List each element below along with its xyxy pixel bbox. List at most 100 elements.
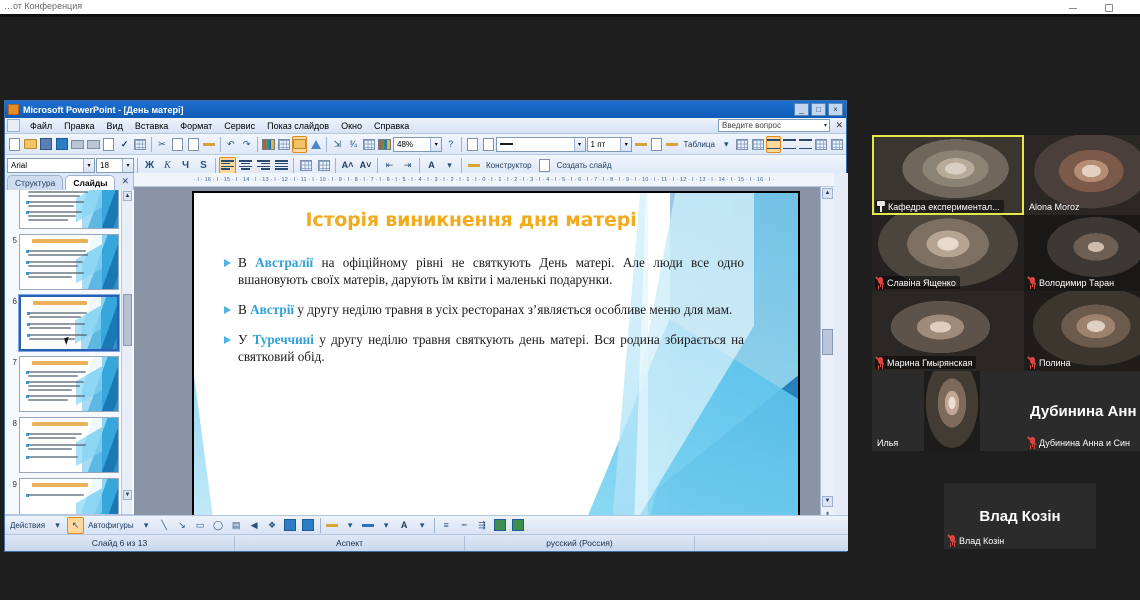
participant-tile[interactable]: Кафедра експериментал... <box>872 135 1024 215</box>
shape-style-icon[interactable] <box>481 136 496 153</box>
permission-icon[interactable] <box>54 136 69 153</box>
show-formatting-icon[interactable]: ¾ <box>346 136 361 153</box>
slide-title[interactable]: Історія виникнення дня матері <box>236 209 706 231</box>
slide-thumbnail[interactable] <box>19 190 119 229</box>
bullet-item[interactable]: В Австрії у другу неділю травня в усіх р… <box>224 302 744 319</box>
menu-item-format[interactable]: Формат <box>174 120 218 132</box>
slide-body[interactable]: В Австралії на офіційному рівні не святк… <box>224 255 744 378</box>
help-icon[interactable]: ? <box>443 136 458 153</box>
insert-diagram-icon[interactable] <box>308 136 323 153</box>
participant-tile[interactable]: Марина Гмырянская <box>872 291 1024 371</box>
new-slide-icon[interactable] <box>536 157 553 174</box>
font-color-chevron-icon[interactable]: ▾ <box>441 157 458 174</box>
shadow-style-icon[interactable] <box>492 517 509 534</box>
menu-item-file[interactable]: Файл <box>24 120 58 132</box>
undo-icon[interactable]: ↶ <box>224 136 239 153</box>
3d-style-icon[interactable] <box>510 517 527 534</box>
split-cells-icon[interactable] <box>750 136 765 153</box>
increase-font-icon[interactable]: A˄ <box>339 157 356 174</box>
menu-item-tools[interactable]: Сервис <box>218 120 261 132</box>
tab-outline[interactable]: Структура <box>7 175 64 190</box>
underline-button[interactable]: Ч <box>177 157 194 174</box>
scroll-down-icon[interactable]: ▼ <box>822 496 833 507</box>
line-style-icon[interactable] <box>465 136 480 153</box>
participant-tile[interactable]: Володимир Таран <box>1024 215 1140 291</box>
diagram-icon[interactable]: ❖ <box>264 517 281 534</box>
pane-close-icon[interactable]: ✕ <box>121 176 129 187</box>
insert-table-icon[interactable] <box>277 136 292 153</box>
new-slide-button[interactable]: Создать слайд <box>554 161 615 170</box>
align-bottom-icon[interactable] <box>798 136 813 153</box>
line-tool-icon[interactable]: ╲ <box>156 517 173 534</box>
thumbnail-item[interactable]: 5 <box>5 229 134 290</box>
menu-item-window[interactable]: Окно <box>335 120 368 132</box>
ppt-minimize-button[interactable]: _ <box>794 103 809 116</box>
redo-icon[interactable]: ↷ <box>239 136 254 153</box>
bullet-item[interactable]: В Австралії на офіційному рівні не святк… <box>224 255 744 289</box>
email-icon[interactable] <box>70 136 85 153</box>
scroll-up-icon[interactable]: ▲ <box>822 188 833 199</box>
designer-button[interactable]: Конструктор <box>483 161 535 170</box>
font-color-icon[interactable]: A <box>396 517 413 534</box>
textbox-tool-icon[interactable]: ▤ <box>228 517 245 534</box>
tab-slides[interactable]: Слайды <box>65 175 116 190</box>
thumbnail-item[interactable]: 7 <box>5 351 134 412</box>
slide-thumbnail[interactable] <box>19 478 119 514</box>
bold-button[interactable]: Ж <box>141 157 158 174</box>
align-center-icon[interactable] <box>237 157 254 174</box>
slide-thumbnail[interactable] <box>19 356 119 412</box>
ask-close-icon[interactable]: ✕ <box>835 120 843 131</box>
research-icon[interactable] <box>133 136 148 153</box>
rectangle-tool-icon[interactable]: ▭ <box>192 517 209 534</box>
line-weight-combo[interactable]: 1 пт ▾ <box>586 136 633 152</box>
print-preview-icon[interactable] <box>102 136 117 153</box>
print-icon[interactable] <box>86 136 101 153</box>
line-color-icon[interactable] <box>360 517 377 534</box>
table-menu-label[interactable]: Таблица <box>681 140 718 149</box>
decrease-indent-icon[interactable]: ⇤ <box>381 157 398 174</box>
arrow-style-icon[interactable]: ⇶ <box>474 517 491 534</box>
insert-picture-icon[interactable] <box>292 135 308 153</box>
participant-tile[interactable]: Дубинина Анн Дубинина Анна и Син <box>1024 371 1140 451</box>
distribute-rows-icon[interactable] <box>814 136 829 153</box>
grid-icon[interactable] <box>362 136 377 153</box>
oval-tool-icon[interactable]: ◯ <box>210 517 227 534</box>
font-size-combo[interactable]: 18 ▾ <box>96 157 134 173</box>
scrollbar-thumb[interactable] <box>123 294 132 346</box>
participant-tile[interactable]: Славіна Ященко <box>872 215 1024 291</box>
copy-icon[interactable] <box>170 136 185 153</box>
slide-thumbnail-list[interactable]: 4 <box>5 190 134 514</box>
increase-indent-icon[interactable]: ⇥ <box>399 157 416 174</box>
align-right-icon[interactable] <box>255 157 272 174</box>
cut-icon[interactable]: ✂ <box>155 136 170 153</box>
color-icon[interactable] <box>377 136 392 153</box>
bulleted-list-icon[interactable] <box>315 157 332 174</box>
autoshapes-chevron-icon[interactable]: ▾ <box>138 517 155 534</box>
chevron-down-icon[interactable]: ▾ <box>824 120 829 132</box>
menu-item-slideshow[interactable]: Показ слайдов <box>261 120 335 132</box>
expand-icon[interactable]: ⇲ <box>330 136 345 153</box>
save-icon[interactable] <box>39 136 54 153</box>
fill-color-icon[interactable] <box>324 517 341 534</box>
menu-item-view[interactable]: Вид <box>101 120 129 132</box>
actions-chevron-icon[interactable]: ▾ <box>49 517 66 534</box>
shadow-button[interactable]: S <box>195 157 212 174</box>
align-top-icon[interactable] <box>766 135 782 153</box>
wordart-icon[interactable]: ◀ <box>246 517 263 534</box>
decrease-font-icon[interactable]: A˅ <box>357 157 374 174</box>
ask-a-question-input[interactable]: Введите вопрос ▾ <box>718 119 830 132</box>
ppt-close-button[interactable]: × <box>828 103 843 116</box>
insert-clipart-icon[interactable] <box>282 517 299 534</box>
italic-button[interactable]: К <box>159 157 176 174</box>
insert-picture-file-icon[interactable] <box>300 517 317 534</box>
thumbnail-item[interactable]: 6 <box>5 290 134 351</box>
new-icon[interactable] <box>7 136 22 153</box>
ppt-restore-button[interactable]: □ <box>811 103 826 116</box>
scroll-down-icon[interactable]: ▼ <box>123 490 132 500</box>
slide-thumbnail[interactable] <box>19 234 119 290</box>
actions-menu-button[interactable]: Действия <box>7 521 48 530</box>
table-chevron-icon[interactable]: ▾ <box>719 136 734 153</box>
scrollbar-thumb[interactable] <box>822 329 833 355</box>
line-chevron-icon[interactable]: ▾ <box>378 517 395 534</box>
designer-icon[interactable] <box>465 157 482 174</box>
